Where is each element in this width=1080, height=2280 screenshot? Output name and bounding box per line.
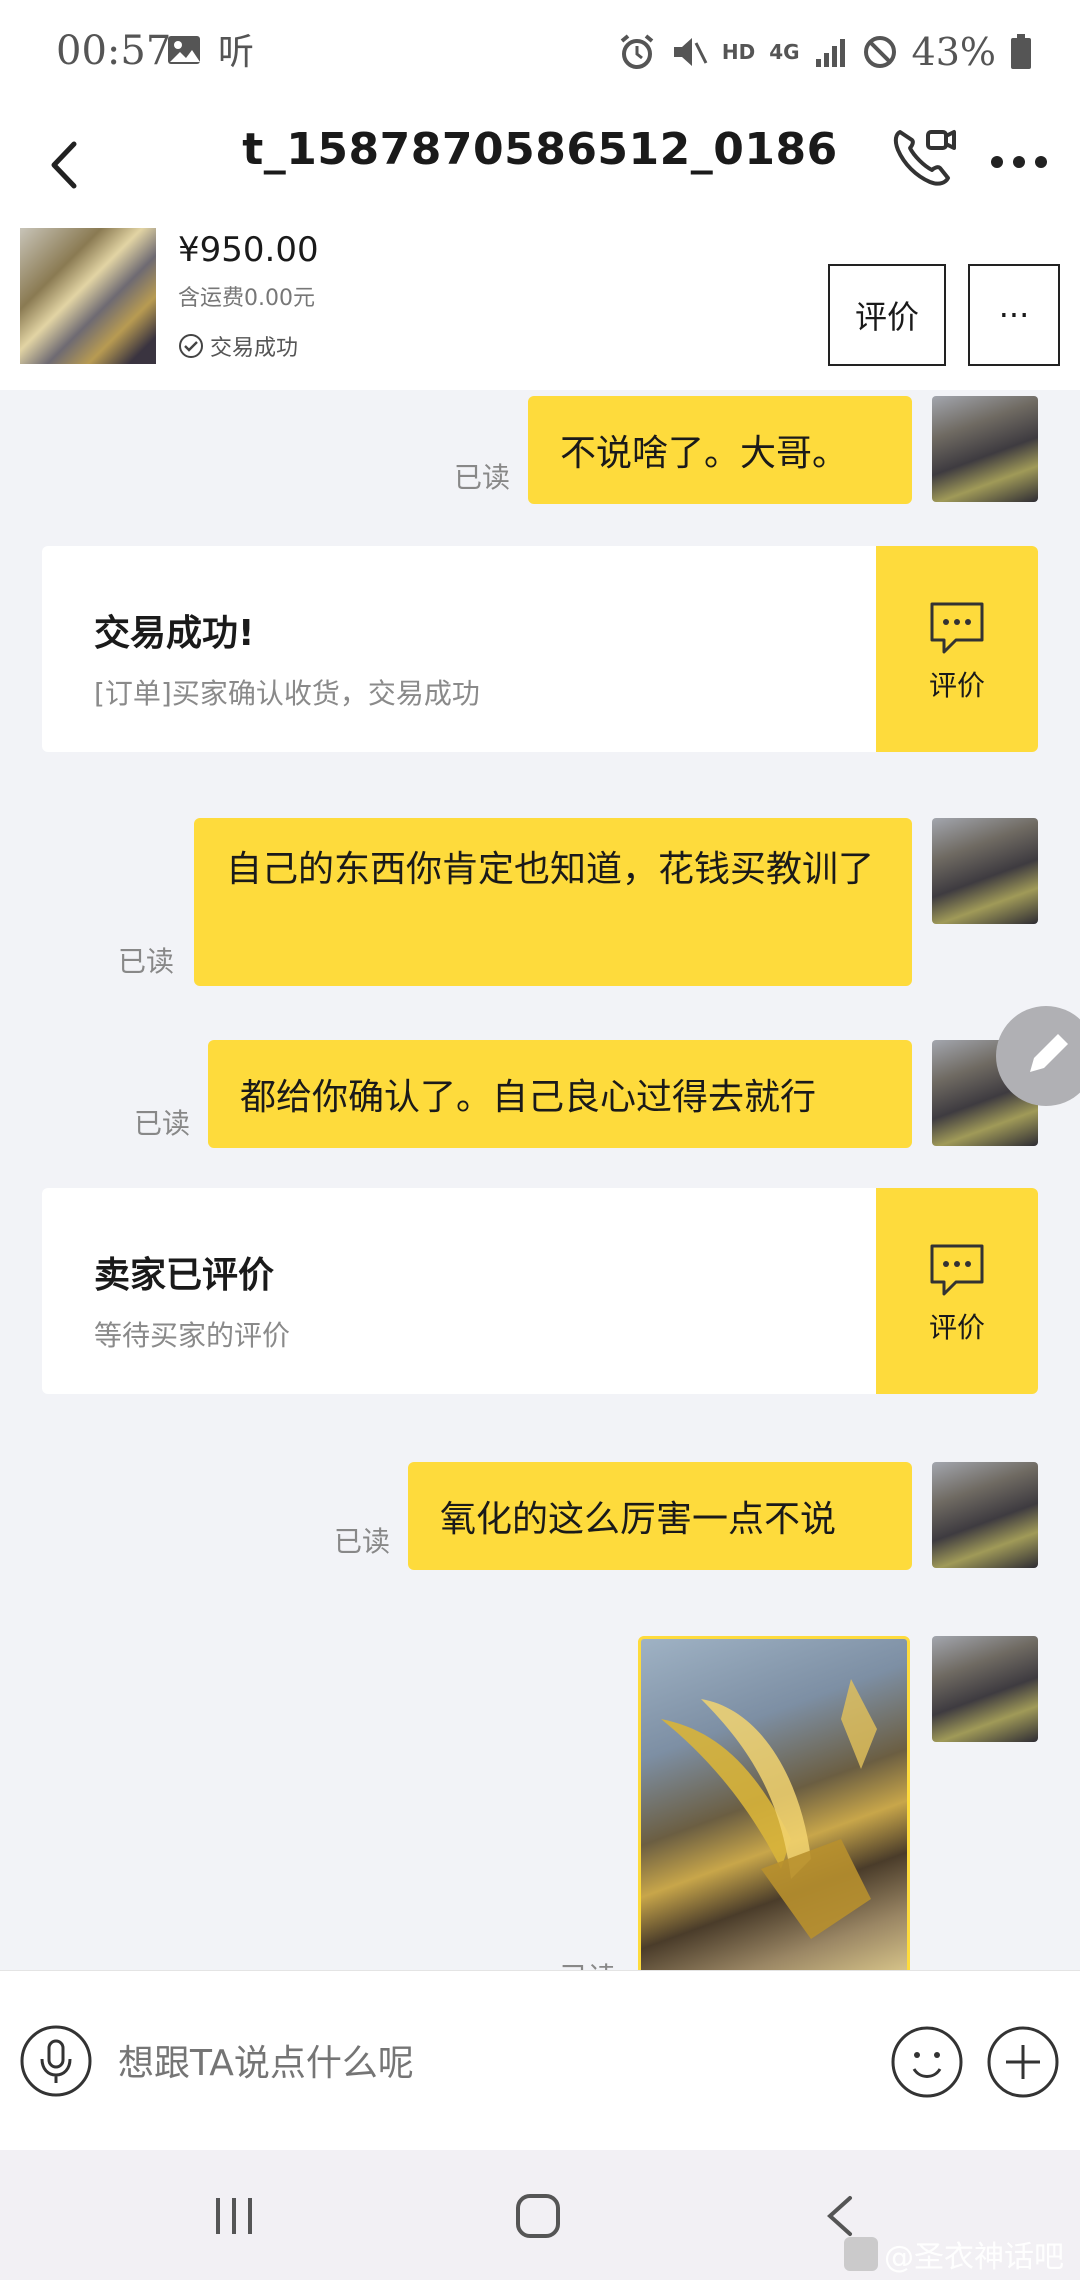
read-receipt: 已读: [560, 1956, 616, 1970]
network-label: 4G: [769, 40, 800, 64]
dnd-icon: [863, 36, 896, 68]
card-action-label: 评价: [928, 669, 985, 702]
trade-success-card[interactable]: 交易成功! [订单]买家确认收货，交易成功 评价: [42, 546, 1038, 752]
watermark-logo: [844, 2237, 878, 2271]
card-title: 卖家已评价: [94, 1255, 275, 1296]
message-input-bar: [0, 1970, 1080, 2151]
card-title: 交易成功!: [94, 613, 255, 654]
chat-header: t_1587870586512_0186: [0, 110, 1080, 220]
add-attachment-icon[interactable]: [986, 2025, 1060, 2099]
watermark-text: @圣衣神话吧: [884, 2240, 1064, 2275]
order-status: 交易成功: [178, 330, 298, 362]
card-rate-button[interactable]: 评价: [876, 1188, 1038, 1394]
alarm-icon: [620, 34, 654, 69]
card-action-label: 评价: [928, 1311, 985, 1344]
svg-text:听: 听: [218, 32, 254, 70]
chat-bubble-icon: [930, 602, 984, 654]
voice-input-icon[interactable]: [20, 2025, 92, 2097]
message-photo[interactable]: [638, 1636, 910, 1970]
battery-percent: 43%: [911, 30, 996, 74]
card-subtitle: 等待买家的评价: [94, 1319, 291, 1352]
home-icon[interactable]: [514, 2192, 562, 2240]
card-subtitle: [订单]买家确认收货，交易成功: [94, 677, 480, 710]
read-receipt: 已读: [454, 461, 511, 494]
product-summary: ¥950.00 含运费0.00元 交易成功 评价 ···: [0, 220, 1080, 390]
battery-icon: [1011, 34, 1031, 69]
card-rate-button[interactable]: 评价: [876, 546, 1038, 752]
listen-app-icon: 听: [218, 32, 254, 70]
check-circle-icon: [179, 334, 203, 358]
status-time: 00:57: [56, 28, 172, 74]
signal-icon: [815, 39, 845, 67]
order-status-text: 交易成功: [210, 336, 299, 361]
product-shipping: 含运费0.00元: [178, 286, 315, 311]
edit-floating-button[interactable]: [996, 1006, 1080, 1106]
avatar[interactable]: [932, 818, 1038, 924]
hd-label: HD: [721, 40, 756, 64]
phone-video-call-icon[interactable]: [888, 122, 958, 192]
avatar[interactable]: [932, 1636, 1038, 1742]
rate-button[interactable]: 评价: [828, 264, 946, 366]
chat-bubble-icon: [930, 1244, 984, 1296]
read-receipt: 已读: [118, 945, 175, 978]
more-options-icon[interactable]: [984, 142, 1054, 182]
product-thumbnail[interactable]: [20, 228, 156, 364]
message-list[interactable]: 已读 不说啥了。大哥。 交易成功! [订单]买家确认收货，交易成功 评价 已读 …: [0, 390, 1080, 1970]
message-bubble[interactable]: 自己的东西你肯定也知道，花钱买教训了: [194, 818, 912, 986]
status-bar: 00:57 听 HD 4G 43%: [0, 0, 1080, 110]
product-more-button[interactable]: ···: [968, 264, 1060, 366]
system-navigation-bar: @圣衣神话吧: [0, 2150, 1080, 2280]
mute-icon: [673, 38, 708, 66]
message-bubble[interactable]: 不说啥了。大哥。: [528, 396, 912, 504]
gallery-icon: [168, 36, 200, 64]
read-receipt: 已读: [334, 1525, 391, 1558]
recent-apps-icon[interactable]: [212, 2194, 256, 2238]
photo-content-graphic: [661, 1679, 877, 1939]
seller-rated-card[interactable]: 卖家已评价 等待买家的评价 评价: [42, 1188, 1038, 1394]
message-bubble[interactable]: 氧化的这么厉害一点不说: [408, 1462, 912, 1570]
avatar[interactable]: [932, 1462, 1038, 1568]
product-price: ¥950.00: [178, 230, 319, 270]
message-bubble[interactable]: 都给你确认了。自己良心过得去就行: [208, 1040, 912, 1148]
emoji-icon[interactable]: [890, 2025, 964, 2099]
message-input[interactable]: [116, 2037, 860, 2089]
watermark: @圣衣神话吧: [844, 2232, 1064, 2276]
pencil-icon: [1030, 1034, 1068, 1072]
read-receipt: 已读: [134, 1107, 191, 1140]
avatar[interactable]: [932, 396, 1038, 502]
